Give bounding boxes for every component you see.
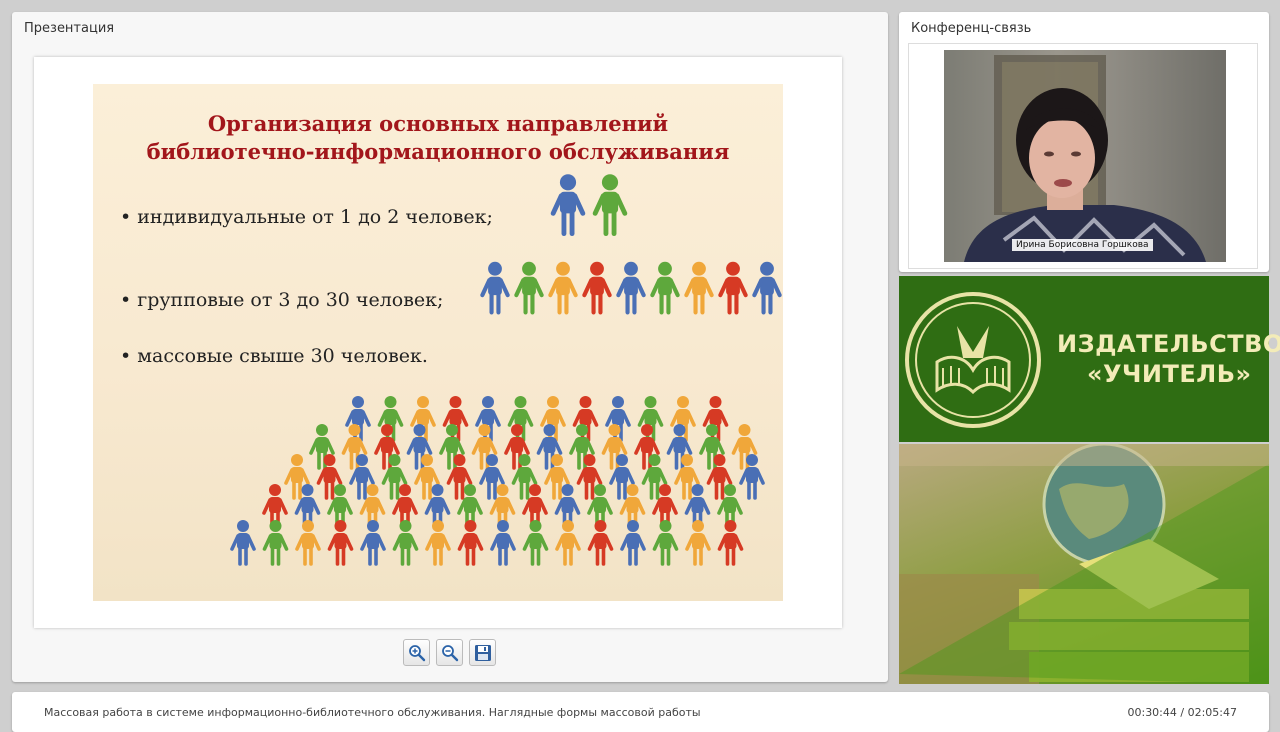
person-figure-icon bbox=[684, 261, 714, 315]
floppy-disk-icon bbox=[475, 645, 491, 661]
person-figure-icon bbox=[685, 520, 711, 566]
magnifier-plus-icon bbox=[409, 645, 426, 662]
person-figure-icon bbox=[718, 261, 748, 315]
person-figure-icon bbox=[360, 520, 386, 566]
publisher-name-line-1: ИЗДАТЕЛЬСТВО bbox=[1057, 330, 1280, 358]
person-figure-icon bbox=[425, 520, 451, 566]
person-figure-icon bbox=[327, 520, 354, 566]
video-frame: Ирина Борисовна Горшкова bbox=[908, 43, 1258, 269]
books-illustration bbox=[899, 444, 1269, 684]
bullet-mass: • массовые свыше 30 человек. bbox=[120, 345, 428, 367]
presentation-panel: Презентация Организация основных направл… bbox=[12, 12, 888, 682]
person-figure-icon bbox=[650, 261, 680, 315]
save-button[interactable] bbox=[469, 639, 496, 666]
conference-panel: Конференц-связь Ирина Борисовна Горшкова bbox=[899, 12, 1269, 272]
person-figure-icon bbox=[582, 261, 612, 315]
zoom-in-button[interactable] bbox=[403, 639, 430, 666]
magnifier-minus-icon bbox=[442, 645, 459, 662]
playback-time: 00:30:44 / 02:05:47 bbox=[1127, 706, 1237, 719]
person-figure-icon bbox=[230, 520, 256, 566]
person-figure-icon bbox=[548, 261, 578, 315]
person-figure-icon bbox=[522, 520, 549, 566]
person-figure-icon bbox=[457, 520, 484, 566]
person-figure-icon bbox=[295, 520, 321, 566]
bullet-group: • групповые от 3 до 30 человек; bbox=[120, 289, 443, 311]
person-figure-icon bbox=[555, 520, 581, 566]
person-figure-icon bbox=[490, 520, 516, 566]
speaker-image bbox=[964, 55, 1206, 262]
person-figure-icon bbox=[514, 261, 544, 315]
person-figure-icon bbox=[262, 520, 289, 566]
person-figure-icon bbox=[717, 520, 744, 566]
speaker-name-label: Ирина Борисовна Горшкова bbox=[1012, 239, 1153, 251]
slide-title-line-2: библиотечно-информационного обслуживания bbox=[147, 139, 730, 164]
lecture-title: Массовая работа в системе информационно-… bbox=[44, 706, 701, 719]
people-figures bbox=[230, 174, 782, 566]
person-figure-icon bbox=[392, 520, 419, 566]
person-figure-icon bbox=[550, 174, 586, 237]
slide: Организация основных направлений библиот… bbox=[93, 84, 783, 601]
person-figure-icon bbox=[739, 454, 765, 500]
bottom-info-bar: Массовая работа в системе информационно-… bbox=[12, 692, 1269, 732]
slide-card: Организация основных направлений библиот… bbox=[34, 57, 842, 628]
person-figure-icon bbox=[620, 520, 646, 566]
slide-title-line-1: Организация основных направлений bbox=[208, 111, 668, 136]
publisher-logo-icon bbox=[905, 292, 1041, 428]
publisher-name-line-2: «УЧИТЕЛЬ» bbox=[1087, 360, 1252, 388]
bullet-individual: • индивидуальные от 1 до 2 человек; bbox=[120, 206, 493, 228]
speaker-video[interactable]: Ирина Борисовна Горшкова bbox=[944, 50, 1226, 262]
person-figure-icon bbox=[652, 520, 679, 566]
person-figure-icon bbox=[616, 261, 646, 315]
person-figure-icon bbox=[587, 520, 614, 566]
conference-panel-title: Конференц-связь bbox=[911, 21, 1032, 36]
slide-canvas: Организация основных направлений библиот… bbox=[120, 111, 782, 566]
zoom-out-button[interactable] bbox=[436, 639, 463, 666]
person-figure-icon bbox=[592, 174, 628, 237]
publisher-banner[interactable]: ИЗДАТЕЛЬСТВО «УЧИТЕЛЬ» bbox=[899, 276, 1280, 442]
books-globe-image bbox=[899, 444, 1269, 684]
person-figure-icon bbox=[752, 261, 782, 315]
person-figure-icon bbox=[480, 261, 510, 315]
presentation-panel-title: Презентация bbox=[24, 21, 115, 36]
